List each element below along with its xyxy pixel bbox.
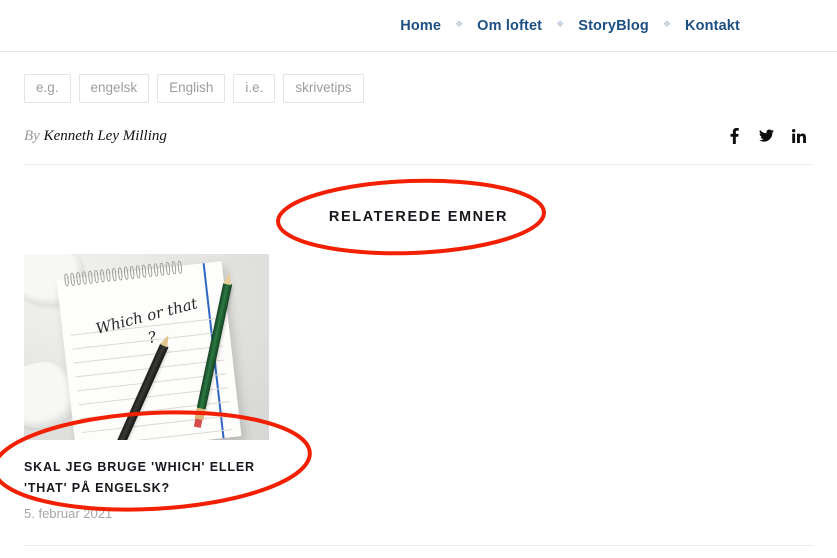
tag-skrivetips[interactable]: skrivetips <box>283 74 364 103</box>
tag-engelsk[interactable]: engelsk <box>78 74 150 103</box>
main-navigation: Home ❖ Om loftet ❖ StoryBlog ❖ Kontakt <box>400 18 740 34</box>
bottom-divider <box>24 545 813 546</box>
facebook-icon[interactable] <box>727 128 742 144</box>
related-topics-heading: RELATEREDE EMNER <box>328 208 509 225</box>
nav-item-kontakt[interactable]: Kontakt <box>685 18 740 34</box>
nav-separator-icon: ❖ <box>455 19 464 29</box>
social-share-links <box>727 128 813 144</box>
tag-ie[interactable]: i.e. <box>233 74 276 103</box>
article-thumbnail[interactable]: Which or that ? <box>24 253 269 440</box>
handwriting-line-2: ? <box>145 326 159 347</box>
byline-row: By Kenneth Ley Milling <box>24 128 813 165</box>
tag-eg[interactable]: e.g. <box>24 74 71 103</box>
linkedin-icon[interactable] <box>791 128 806 144</box>
nav-item-om-loftet[interactable]: Om loftet <box>477 18 542 34</box>
page-content: e.g. engelsk English i.e. skrivetips By … <box>0 52 837 521</box>
nav-separator-icon: ❖ <box>556 19 565 29</box>
nav-item-home[interactable]: Home <box>400 18 441 34</box>
article-card[interactable]: Which or that ? SKAL JEG BRUGE 'WHICH' E… <box>24 253 269 522</box>
byline-by-word: By <box>24 127 40 144</box>
related-articles-list: Which or that ? SKAL JEG BRUGE 'WHICH' E… <box>24 253 813 522</box>
article-date: 5. februar 2021 <box>24 506 113 522</box>
byline: By Kenneth Ley Milling <box>24 128 167 145</box>
byline-author: Kenneth Ley Milling <box>43 127 167 144</box>
article-title[interactable]: SKAL JEG BRUGE 'WHICH' ELLER 'THAT' PÅ E… <box>24 457 269 501</box>
site-header: Home ❖ Om loftet ❖ StoryBlog ❖ Kontakt <box>0 0 837 52</box>
twitter-icon[interactable] <box>759 128 774 144</box>
nav-item-storyblog[interactable]: StoryBlog <box>578 18 649 34</box>
tag-list: e.g. engelsk English i.e. skrivetips <box>24 52 813 103</box>
tag-english[interactable]: English <box>157 74 226 103</box>
nav-separator-icon: ❖ <box>662 19 671 29</box>
